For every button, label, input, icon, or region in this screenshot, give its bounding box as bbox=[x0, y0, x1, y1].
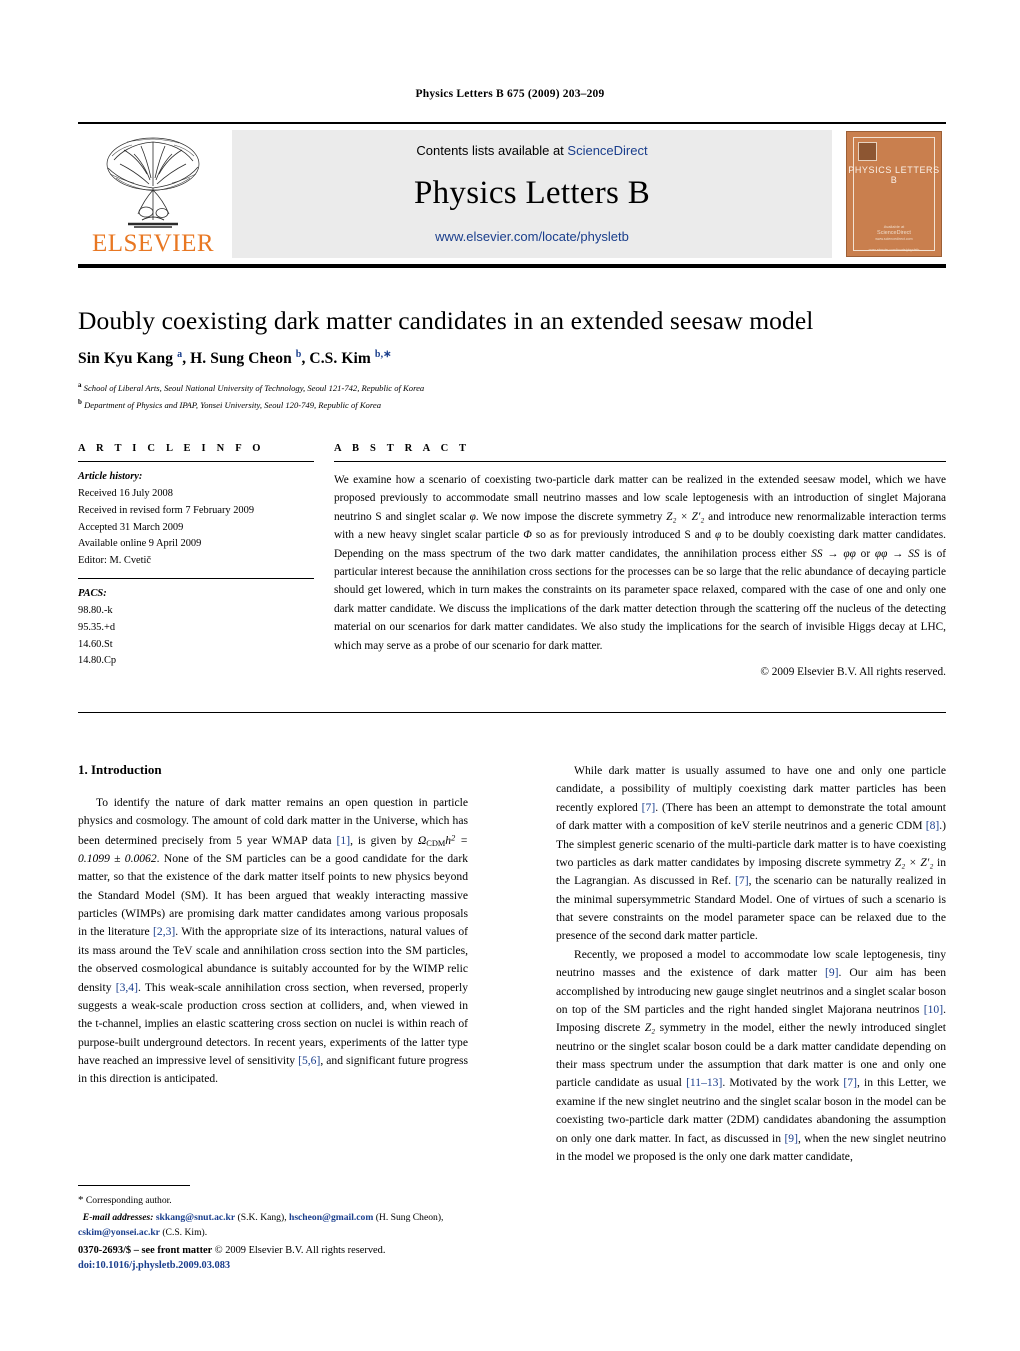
symmetry-symbol: Z₂ × Z′₂ bbox=[894, 855, 934, 869]
footnote-text: * Corresponding author. E-mail addresses… bbox=[78, 1194, 444, 1238]
cover-title: PHYSICS LETTERS B bbox=[848, 165, 940, 185]
para-seg: , is given by bbox=[350, 833, 418, 847]
z2-symbol: Z₂ bbox=[644, 1021, 656, 1035]
affiliation-b: b Department of Physics and IPAP, Yonsei… bbox=[78, 397, 946, 412]
footnote-rule bbox=[78, 1185, 190, 1186]
abstract-column: A B S T R A C T We examine how a scenari… bbox=[334, 443, 946, 678]
citation-ref[interactable]: [3,4] bbox=[116, 981, 138, 994]
doi-link[interactable]: doi:10.1016/j.physletb.2009.03.083 bbox=[78, 1258, 508, 1273]
corresponding-author-note: Corresponding author. bbox=[85, 1195, 172, 1206]
footnote-block: * Corresponding author. E-mail addresses… bbox=[78, 1185, 470, 1240]
citation-ref[interactable]: [1] bbox=[337, 834, 351, 847]
pacs-code: 98.80.-k bbox=[78, 604, 113, 616]
cover-foot-journal-url: www.elsevier.com/locate/physletb bbox=[868, 248, 920, 252]
journal-cover-thumbnail: PHYSICS LETTERS B Available at ScienceDi… bbox=[842, 130, 946, 258]
article-info-column: A R T I C L E I N F O Article history: R… bbox=[78, 443, 314, 678]
email-link-3[interactable]: cskim@yonsei.ac.kr bbox=[78, 1227, 160, 1238]
running-head: Physics Letters B 675 (2009) 203–209 bbox=[415, 88, 605, 100]
affiliation-marker-b: b bbox=[78, 397, 82, 406]
contents-line: Contents lists available at ScienceDirec… bbox=[416, 143, 647, 158]
history-label: Article history: bbox=[78, 471, 143, 482]
history-online: Available online 9 April 2009 bbox=[78, 538, 202, 550]
issn-line: 0370-2693/$ – see front matter © 2009 El… bbox=[78, 1243, 508, 1258]
citation-ref[interactable]: [7] bbox=[642, 801, 656, 814]
section-heading-introduction: 1. Introduction bbox=[78, 762, 162, 777]
article-info-heading: A R T I C L E I N F O bbox=[78, 443, 265, 454]
elsevier-logo: ELSEVIER bbox=[78, 130, 228, 258]
para-seg: . Motivated by the work bbox=[722, 1076, 844, 1090]
affiliation-a-text: School of Liberal Arts, Seoul National U… bbox=[83, 383, 425, 394]
paper-page: Physics Letters B 675 (2009) 203–209 ELS… bbox=[0, 0, 1020, 1351]
cover-foot-available: Available at bbox=[883, 224, 905, 229]
history-accepted: Accepted 31 March 2009 bbox=[78, 521, 184, 533]
journal-title: Physics Letters B bbox=[413, 175, 651, 211]
email-owner-1: (S.K. Kang) bbox=[237, 1211, 285, 1223]
cover-logo-chip-icon bbox=[858, 142, 877, 161]
abstract-seg: or bbox=[855, 547, 875, 560]
imprint-copyright: © 2009 Elsevier B.V. All rights reserved… bbox=[214, 1245, 386, 1256]
citation-ref[interactable]: [10] bbox=[924, 1003, 943, 1016]
email-owner-2: (H. Sung Cheon) bbox=[375, 1211, 442, 1223]
affiliation-b-text: Department of Physics and IPAP, Yonsei U… bbox=[84, 399, 381, 410]
email-addresses-label: E-mail addresses: bbox=[82, 1211, 154, 1223]
abstract-process-1: SS → φφ bbox=[811, 547, 856, 560]
affiliation-a: a School of Liberal Arts, Seoul National… bbox=[78, 380, 946, 395]
cover-foot-sciencedirect: ScienceDirect bbox=[877, 230, 911, 236]
abstract-heading: A B S T R A C T bbox=[334, 443, 471, 454]
intro-paragraph-right-2: Recently, we proposed a model to accommo… bbox=[556, 946, 946, 1167]
history-revised: Received in revised form 7 February 2009 bbox=[78, 504, 255, 516]
abstract-text: We examine how a scenario of coexisting … bbox=[334, 462, 946, 655]
intro-paragraph-right-1: While dark matter is usually assumed to … bbox=[556, 762, 946, 946]
abstract-copyright: © 2009 Elsevier B.V. All rights reserved… bbox=[760, 666, 946, 679]
page-title: Doubly coexisting dark matter candidates… bbox=[78, 306, 814, 335]
intro-paragraph-left: To identify the nature of dark matter re… bbox=[78, 794, 468, 1089]
journal-homepage-url[interactable]: www.elsevier.com/locate/physletb bbox=[435, 229, 629, 244]
citation-ref[interactable]: [7] bbox=[843, 1076, 857, 1089]
pacs-code: 14.80.Cp bbox=[78, 655, 117, 667]
citation-ref[interactable]: [9] bbox=[825, 966, 839, 979]
body-right-column: While dark matter is usually assumed to … bbox=[556, 762, 946, 1166]
elsevier-wordmark: ELSEVIER bbox=[91, 230, 215, 257]
history-editor: Editor: M. Cvetič bbox=[78, 555, 152, 567]
pacs-block: PACS: 98.80.-k 95.35.+d 14.60.St 14.80.C… bbox=[78, 579, 314, 670]
journal-masthead: ELSEVIER Contents lists available at Sci… bbox=[78, 122, 946, 268]
abstract-bigphi-symbol: Φ bbox=[523, 529, 532, 542]
issn-text: 0370-2693/$ – see front matter bbox=[78, 1245, 213, 1256]
email-link-2[interactable]: hscheon@gmail.com bbox=[289, 1212, 373, 1223]
body-left-column: 1. Introduction To identify the nature o… bbox=[78, 762, 468, 1166]
email-link-1[interactable]: skkang@snut.ac.kr bbox=[156, 1212, 235, 1223]
pacs-label: PACS: bbox=[78, 588, 107, 600]
abstract-bottom-rule bbox=[346, 712, 946, 713]
abstract-seg: so as for previously introduced S and bbox=[531, 529, 716, 542]
affiliation-marker-a: a bbox=[78, 381, 82, 390]
citation-ref[interactable]: [2,3] bbox=[153, 925, 175, 938]
email-owner-3: (C.S. Kim) bbox=[162, 1226, 205, 1238]
masthead-divider bbox=[78, 264, 946, 268]
pacs-code: 14.60.St bbox=[78, 638, 113, 650]
body-columns: 1. Introduction To identify the nature o… bbox=[78, 762, 946, 1166]
article-history: Article history: Received 16 July 2008 R… bbox=[78, 462, 314, 570]
citation-ref[interactable]: [5,6] bbox=[298, 1054, 320, 1067]
title-block: Doubly coexisting dark matter candidates… bbox=[78, 306, 946, 412]
citation-ref[interactable]: [7] bbox=[735, 874, 749, 887]
citation-ref[interactable]: [11–13] bbox=[686, 1076, 722, 1089]
abstract-process-2: φφ → SS bbox=[874, 547, 920, 560]
citation-ref[interactable]: [8] bbox=[926, 819, 940, 832]
abstract-symmetry-symbol: Z₂ × Z′₂ bbox=[666, 510, 705, 523]
author-list: Sin Kyu Kang a, H. Sung Cheon b, C.S. Ki… bbox=[78, 349, 392, 368]
abstract-seg: . We now impose the discrete symmetry bbox=[475, 510, 667, 523]
corresponding-author-marker: * bbox=[78, 1194, 84, 1206]
elsevier-tree-icon bbox=[106, 137, 200, 228]
journal-banner: Contents lists available at ScienceDirec… bbox=[232, 130, 832, 258]
abstract-seg: is of particular interest because the an… bbox=[334, 547, 947, 652]
info-abstract-area: A R T I C L E I N F O Article history: R… bbox=[78, 443, 946, 678]
citation-ref[interactable]: [9] bbox=[784, 1132, 798, 1145]
history-received: Received 16 July 2008 bbox=[78, 487, 173, 499]
cover-foot-url: www.sciencedirect.com bbox=[875, 237, 913, 241]
pacs-code: 95.35.+d bbox=[78, 621, 116, 633]
contents-prefix: Contents lists available at bbox=[416, 143, 568, 158]
sciencedirect-link[interactable]: ScienceDirect bbox=[567, 143, 647, 158]
imprint-block: 0370-2693/$ – see front matter © 2009 El… bbox=[78, 1243, 508, 1273]
